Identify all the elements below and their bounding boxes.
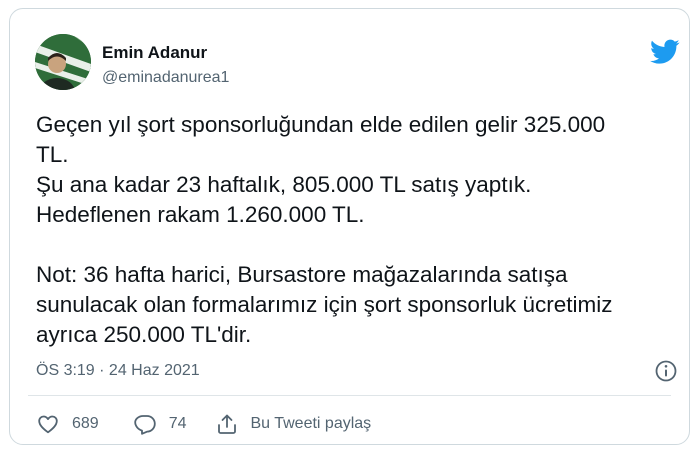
like-button[interactable]: 689	[36, 412, 99, 436]
heart-icon	[38, 415, 58, 434]
reply-icon	[134, 415, 156, 435]
reply-button[interactable]: 74	[133, 412, 187, 436]
info-icon[interactable]	[654, 359, 678, 383]
author-handle[interactable]: @eminadanurea1	[102, 69, 229, 87]
divider	[28, 395, 671, 396]
share-button[interactable]: Bu Tweeti paylaş	[215, 412, 372, 436]
author-name[interactable]: Emin Adanur	[102, 43, 207, 63]
reply-count: 74	[168, 415, 187, 432]
tweet-paragraph-1: Geçen yıl şort sponsorluğundan elde edil…	[36, 112, 606, 227]
like-count: 689	[72, 415, 99, 432]
share-icon	[217, 414, 236, 434]
avatar[interactable]	[35, 34, 91, 90]
twitter-bird-icon[interactable]	[650, 39, 680, 65]
tweet-paragraph-2: Not: 36 hafta harici, Bursastore mağazal…	[36, 262, 613, 347]
action-bar: 689 74 Bu Tweeti paylaş	[36, 409, 371, 439]
tweet-timestamp[interactable]: ÖS 3:19 · 24 Haz 2021	[36, 362, 200, 380]
tweet-card: Emin Adanur @eminadanurea1 Geçen yıl şor…	[9, 8, 690, 445]
tweet-text: Geçen yıl şort sponsorluğundan elde edil…	[36, 110, 686, 350]
share-label: Bu Tweeti paylaş	[250, 415, 372, 432]
